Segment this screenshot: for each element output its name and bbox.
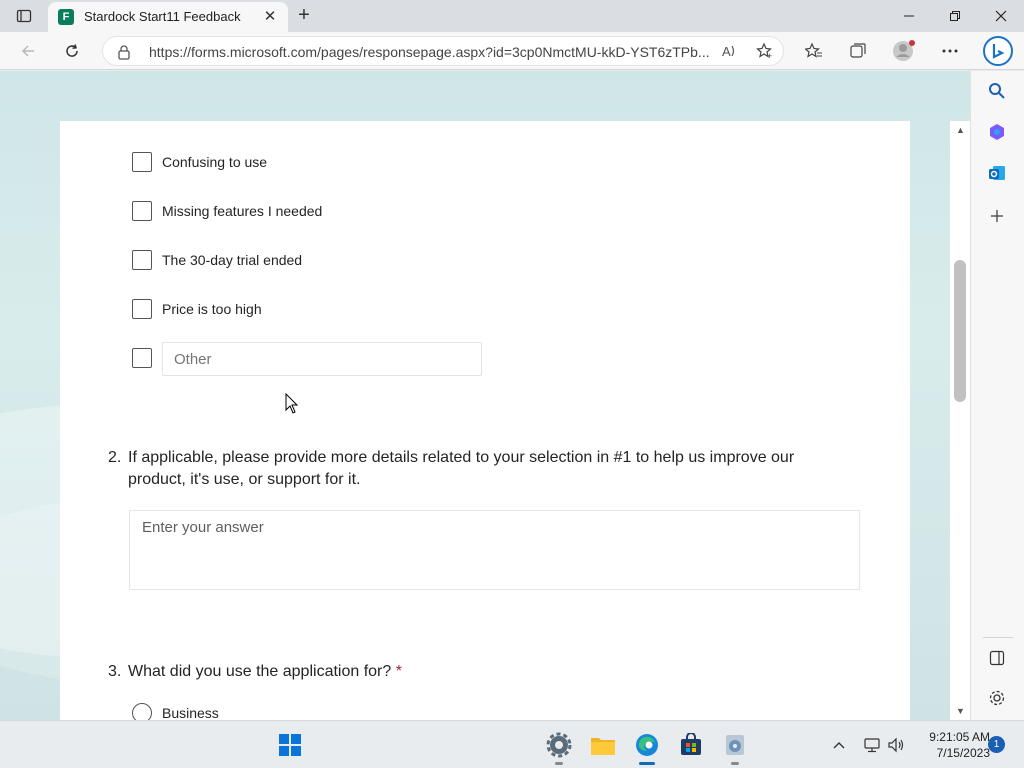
refresh-icon <box>66 44 78 57</box>
running-indicator <box>639 762 655 765</box>
browser-toolbar: https://forms.microsoft.com/pages/respon… <box>0 32 1024 70</box>
settings-gear-icon[interactable] <box>983 684 1011 712</box>
scroll-down-arrow-icon[interactable]: ▼ <box>956 706 965 716</box>
question-number: 3. <box>108 663 122 680</box>
tab-actions-icon <box>16 9 32 23</box>
answer-placeholder: Enter your answer <box>142 519 264 536</box>
svg-text:+: + <box>767 51 772 60</box>
tab-close-icon[interactable]: ✕ <box>260 7 280 27</box>
scroll-up-arrow-icon[interactable]: ▲ <box>956 125 965 135</box>
bing-copilot-icon[interactable] <box>982 35 1014 67</box>
mouse-cursor-icon <box>285 393 299 414</box>
option-label[interactable]: Missing features I needed <box>162 203 322 219</box>
running-indicator <box>555 762 563 765</box>
forms-icon: F <box>58 9 74 25</box>
refresh-button[interactable] <box>58 37 86 65</box>
collections-icon[interactable] <box>844 37 872 65</box>
page-content: Confusing to use Missing features I need… <box>0 71 970 720</box>
question-2: 2. If applicable, please provide more de… <box>108 447 868 493</box>
tab-actions-button[interactable] <box>8 4 40 28</box>
edge-browser-icon[interactable] <box>631 729 663 765</box>
show-hidden-icons-chevron-icon[interactable] <box>824 729 854 761</box>
outlook-icon[interactable] <box>983 159 1011 187</box>
close-button[interactable] <box>978 0 1024 32</box>
minimize-button[interactable] <box>886 0 932 32</box>
checkbox[interactable] <box>132 250 152 270</box>
minimize-icon <box>904 15 914 17</box>
settings-app-icon[interactable] <box>543 729 575 765</box>
running-indicator <box>731 762 739 765</box>
question-text: If applicable, please provide more detai… <box>128 449 795 488</box>
copilot-icon[interactable] <box>983 118 1011 146</box>
start-button[interactable] <box>274 729 306 761</box>
url-text[interactable]: https://forms.microsoft.com/pages/respon… <box>149 44 709 60</box>
answer-textarea[interactable]: Enter your answer <box>129 510 860 590</box>
volume-icon[interactable] <box>882 729 910 761</box>
form-card: Confusing to use Missing features I need… <box>60 121 910 720</box>
search-icon[interactable] <box>983 77 1011 105</box>
file-explorer-icon[interactable] <box>587 729 619 761</box>
restore-icon <box>950 11 960 21</box>
browser-tab[interactable]: F Stardock Start11 Feedback ✕ <box>48 2 288 32</box>
profile-avatar[interactable] <box>890 37 918 65</box>
new-tab-button[interactable]: + <box>292 4 316 28</box>
read-aloud-icon[interactable]: A <box>715 37 743 65</box>
installer-app-icon[interactable] <box>719 729 751 765</box>
checkbox[interactable] <box>132 348 152 368</box>
back-button[interactable] <box>14 37 42 65</box>
divider <box>983 637 1013 638</box>
checkbox[interactable] <box>132 152 152 172</box>
back-arrow-icon <box>22 45 34 57</box>
option-label[interactable]: Confusing to use <box>162 154 267 170</box>
checkbox[interactable] <box>132 201 152 221</box>
close-icon <box>995 10 1007 22</box>
lock-icon[interactable] <box>117 44 131 60</box>
restore-button[interactable] <box>932 0 978 32</box>
windows-logo-icon <box>279 734 301 756</box>
other-text-input[interactable] <box>162 342 482 376</box>
notification-badge[interactable]: 1 <box>988 736 1005 753</box>
more-options-icon[interactable] <box>936 37 964 65</box>
edge-sidebar <box>970 71 1024 720</box>
clock-date: 7/15/2023 <box>936 746 990 760</box>
svg-text:A: A <box>722 44 731 59</box>
option-label[interactable]: Price is too high <box>162 301 262 317</box>
vertical-scrollbar[interactable]: ▲ ▼ <box>950 121 970 720</box>
add-sidebar-app-icon[interactable] <box>983 202 1011 230</box>
windows-taskbar: 9:21:05 AM 7/15/2023 1 <box>0 720 1024 768</box>
radio-button[interactable] <box>132 703 152 720</box>
option-label[interactable]: The 30-day trial ended <box>162 252 302 268</box>
add-favorite-icon[interactable]: + <box>751 37 779 65</box>
question-number: 2. <box>108 449 122 466</box>
option-label[interactable]: Business <box>162 705 219 720</box>
question-text: What did you use the application for? <box>128 663 392 680</box>
system-clock[interactable]: 9:21:05 AM 7/15/2023 <box>912 729 990 761</box>
question-3: 3. What did you use the application for?… <box>108 661 868 683</box>
required-mark: * <box>395 663 402 680</box>
scroll-thumb[interactable] <box>954 260 966 402</box>
clock-time: 9:21:05 AM <box>929 730 990 744</box>
tab-title: Stardock Start11 Feedback <box>84 9 241 24</box>
favorites-icon[interactable] <box>800 37 828 65</box>
checkbox[interactable] <box>132 299 152 319</box>
tab-strip: F Stardock Start11 Feedback ✕ + <box>0 0 1024 32</box>
address-bar[interactable]: https://forms.microsoft.com/pages/respon… <box>102 36 784 66</box>
microsoft-store-icon[interactable] <box>675 729 707 761</box>
hide-sidebar-icon[interactable] <box>983 644 1011 672</box>
